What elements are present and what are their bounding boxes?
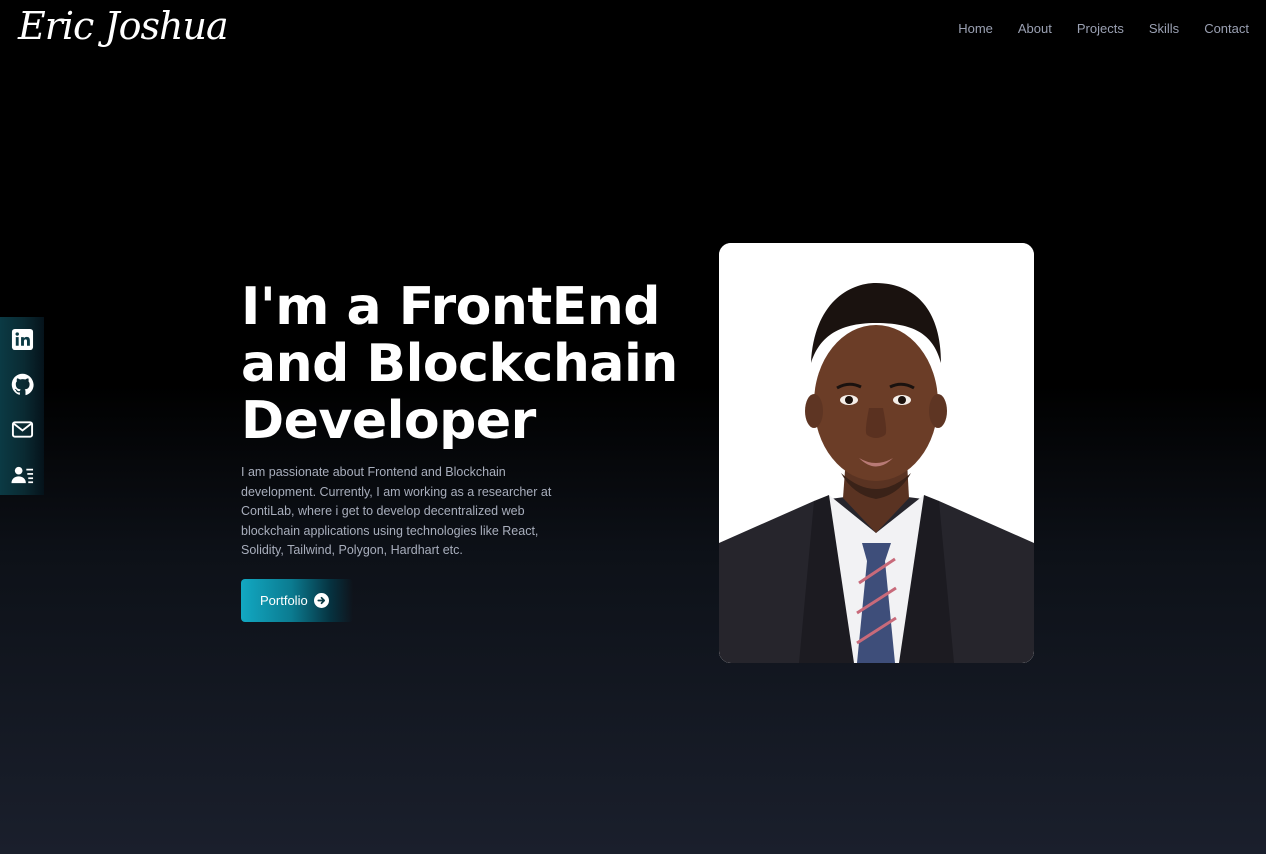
site-logo[interactable]: Eric Joshua — [18, 4, 229, 48]
hero-title-line: and Blockchain — [241, 334, 678, 394]
nav-projects[interactable]: Projects — [1077, 21, 1124, 36]
linkedin-icon[interactable] — [11, 328, 34, 351]
mail-icon[interactable] — [11, 418, 34, 441]
arrow-right-circle-icon — [313, 593, 329, 608]
hero-description: I am passionate about Frontend and Block… — [241, 465, 552, 557]
profile-photo-image — [719, 243, 1034, 663]
nav-home[interactable]: Home — [958, 21, 993, 36]
nav-contact[interactable]: Contact — [1204, 21, 1249, 36]
github-icon[interactable] — [11, 373, 34, 396]
nav-skills[interactable]: Skills — [1149, 21, 1179, 36]
hero-title-line: Developer — [241, 391, 536, 451]
social-sidebar — [0, 317, 44, 495]
portfolio-button[interactable]: Portfolio — [241, 579, 353, 622]
resume-icon[interactable] — [11, 463, 34, 486]
nav-about[interactable]: About — [1018, 21, 1052, 36]
main-nav: Home About Projects Skills Contact — [958, 21, 1249, 36]
hero-title-line: I'm a FrontEnd — [241, 277, 660, 337]
portfolio-button-label: Portfolio — [260, 593, 308, 608]
profile-photo — [719, 243, 1034, 663]
hero-title: I'm a FrontEnd and Blockchain Developer — [241, 279, 701, 450]
